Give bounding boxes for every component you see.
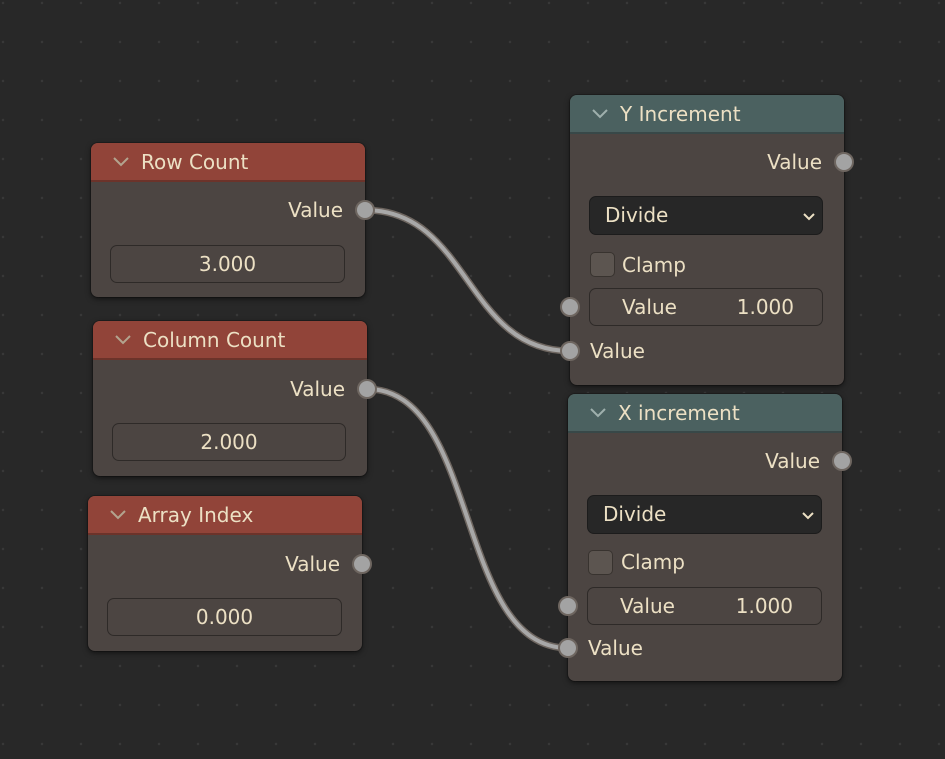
input-label-b: Value <box>588 636 643 660</box>
output-label: Value <box>285 552 340 576</box>
node-row-count[interactable]: Row Count Value 3.000 <box>91 143 375 297</box>
value-field-a[interactable]: Value 1.000 <box>589 288 823 326</box>
operation-dropdown[interactable]: Divide <box>589 196 823 235</box>
input-socket-b[interactable] <box>560 341 580 361</box>
output-socket[interactable] <box>352 554 372 574</box>
output-label: Value <box>288 198 343 222</box>
clamp-checkbox[interactable] <box>588 550 613 575</box>
output-label: Value <box>767 150 822 174</box>
node-header[interactable]: Row Count <box>91 143 365 182</box>
output-socket[interactable] <box>832 451 852 471</box>
field-value: 1.000 <box>735 594 793 618</box>
input-socket-a[interactable] <box>558 596 578 616</box>
node-title: Y Increment <box>620 102 741 126</box>
operation-value: Divide <box>605 203 669 227</box>
node-header[interactable]: Array Index <box>88 496 362 535</box>
chevron-down-icon[interactable] <box>590 407 606 419</box>
chevron-down-icon <box>802 512 814 520</box>
input-socket-b[interactable] <box>558 638 578 658</box>
node-y-increment[interactable]: Y Increment Value Divide Clamp Value 1.0… <box>560 95 854 385</box>
chevron-down-icon[interactable] <box>110 509 126 521</box>
output-socket[interactable] <box>355 200 375 220</box>
node-array-index[interactable]: Array Index Value 0.000 <box>88 496 372 651</box>
output-socket[interactable] <box>357 379 377 399</box>
node-title: Array Index <box>138 503 254 527</box>
value-field-a[interactable]: Value 1.000 <box>587 587 822 625</box>
clamp-label: Clamp <box>622 253 686 277</box>
chevron-down-icon[interactable] <box>592 108 608 120</box>
node-title: Row Count <box>141 150 249 174</box>
operation-dropdown[interactable]: Divide <box>587 495 822 534</box>
field-value: 1.000 <box>736 295 794 319</box>
field-label: Value <box>620 594 675 618</box>
operation-value: Divide <box>603 502 667 526</box>
output-label: Value <box>290 377 345 401</box>
node-header[interactable]: Column Count <box>93 321 367 360</box>
clamp-checkbox[interactable] <box>590 252 615 277</box>
node-column-count[interactable]: Column Count Value 2.000 <box>93 321 377 476</box>
node-title: X increment <box>618 401 740 425</box>
output-socket[interactable] <box>834 152 854 172</box>
output-label: Value <box>765 449 820 473</box>
node-header[interactable]: Y Increment <box>570 95 844 134</box>
node-x-increment[interactable]: X increment Value Divide Clamp Value 1.0… <box>558 394 852 681</box>
clamp-label: Clamp <box>621 550 685 574</box>
chevron-down-icon[interactable] <box>115 334 131 346</box>
node-header[interactable]: X increment <box>568 394 842 433</box>
chevron-down-icon[interactable] <box>113 156 129 168</box>
chevron-down-icon <box>803 213 815 221</box>
value-field[interactable]: 0.000 <box>107 598 342 636</box>
value-field[interactable]: 2.000 <box>112 423 346 461</box>
input-label-b: Value <box>590 339 645 363</box>
node-title: Column Count <box>143 328 286 352</box>
input-socket-a[interactable] <box>560 297 580 317</box>
field-label: Value <box>622 295 677 319</box>
value-field[interactable]: 3.000 <box>110 245 345 283</box>
